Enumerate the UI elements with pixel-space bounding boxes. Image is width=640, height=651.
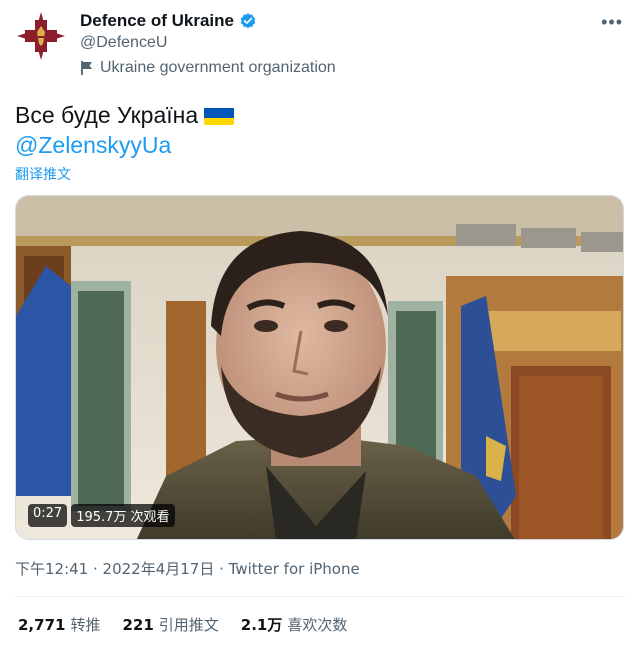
retweets-stat[interactable]: 2,771 转推 <box>18 614 100 635</box>
mention-link[interactable]: @ZelenskyyUa <box>15 130 171 160</box>
government-label-text: Ukraine government organization <box>100 59 336 76</box>
video-frame <box>16 196 623 539</box>
quote-tweets-count: 221 <box>122 616 154 634</box>
retweets-label: 转推 <box>70 616 101 634</box>
tweet-text: Все буде Україна <box>15 100 235 130</box>
tweet-timestamp-source[interactable]: 下午12:41 · 2022年4月17日 · Twitter for iPhon… <box>15 558 360 579</box>
verified-badge-icon <box>240 13 256 29</box>
likes-label: 喜欢次数 <box>287 616 348 634</box>
translate-tweet-link[interactable]: 翻译推文 <box>15 164 71 184</box>
video-duration: 0:27 <box>28 504 68 527</box>
video-badges: 0:27 195.7万 次观看 <box>28 504 175 527</box>
quote-tweets-stat[interactable]: 221 引用推文 <box>122 614 218 635</box>
divider <box>15 596 625 597</box>
likes-count: 2.1万 <box>240 616 283 634</box>
more-options-icon[interactable]: ••• <box>601 12 623 33</box>
tweet-body: Все буде Україна <box>15 102 199 128</box>
video-view-count: 195.7万 次观看 <box>71 504 175 527</box>
retweets-count: 2,771 <box>18 616 66 634</box>
likes-stat[interactable]: 2.1万 喜欢次数 <box>241 614 348 635</box>
flag-outline-icon <box>81 61 92 75</box>
author-handle[interactable]: @DefenceU <box>80 34 167 52</box>
government-label: Ukraine government organization <box>80 59 336 77</box>
video-player[interactable] <box>15 195 624 540</box>
author-name[interactable]: Defence of Ukraine <box>80 11 257 31</box>
quote-tweets-label: 引用推文 <box>158 616 219 634</box>
engagement-stats: 2,771 转推 221 引用推文 2.1万 喜欢次数 <box>18 614 347 635</box>
ukraine-flag-icon <box>204 105 235 125</box>
avatar[interactable] <box>15 10 67 62</box>
author-display-name[interactable]: Defence of Ukraine <box>80 11 234 31</box>
